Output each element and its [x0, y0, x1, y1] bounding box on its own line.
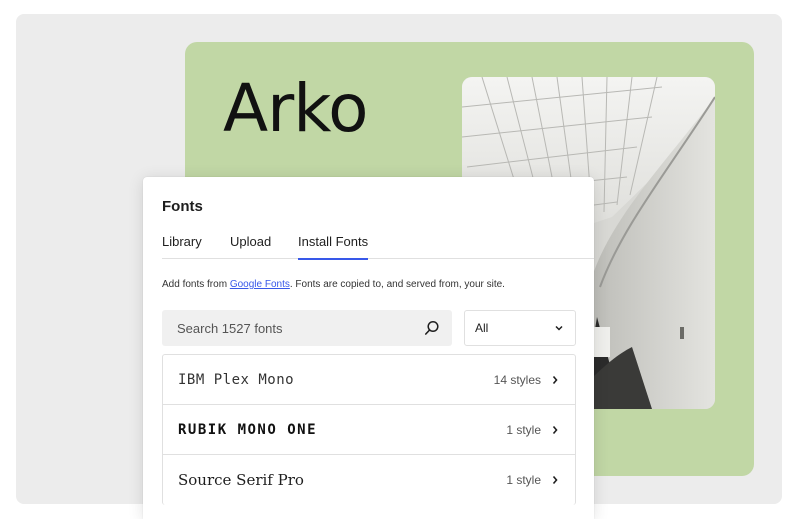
font-style-count: 1 style [506, 422, 541, 437]
chevron-right-icon [551, 475, 559, 485]
help-suffix: . Fonts are copied to, and served from, … [289, 279, 505, 290]
filter-selected-value: All [475, 321, 489, 335]
help-text: Add fonts from Google Fonts. Fonts are c… [162, 279, 505, 290]
search-icon[interactable] [424, 320, 440, 336]
font-name: RUBIK MONO ONE [178, 421, 318, 438]
font-list-item[interactable]: Source Serif Pro 1 style [163, 455, 575, 505]
font-style-count: 1 style [506, 473, 541, 487]
font-list-item[interactable]: IBM Plex Mono 14 styles [163, 355, 575, 405]
chevron-right-icon [551, 375, 559, 385]
chevron-right-icon [551, 425, 559, 435]
panel-title: Fonts [162, 198, 203, 215]
google-fonts-link[interactable]: Google Fonts [230, 279, 290, 290]
fonts-panel: Fonts Library Upload Install Fonts Add f… [143, 177, 594, 519]
search-box [162, 310, 452, 346]
tab-bar: Library Upload Install Fonts [162, 229, 594, 260]
chevron-down-icon [554, 323, 564, 333]
font-style-count: 14 styles [493, 372, 541, 387]
tab-upload[interactable]: Upload [230, 234, 271, 259]
search-input[interactable] [162, 310, 424, 346]
tab-install-fonts[interactable]: Install Fonts [298, 234, 369, 260]
font-name: Source Serif Pro [178, 471, 304, 489]
font-meta: 1 style [506, 473, 559, 487]
collection-filter-select[interactable]: All [464, 310, 576, 346]
tab-library[interactable]: Library [162, 234, 202, 259]
font-name: IBM Plex Mono [178, 371, 295, 388]
font-list: IBM Plex Mono 14 styles RUBIK MONO ONE 1… [162, 354, 576, 505]
help-prefix: Add fonts from [162, 279, 230, 290]
font-meta: 1 style [506, 423, 559, 437]
font-meta: 14 styles [494, 373, 559, 387]
hero-title: Arko [223, 70, 369, 147]
font-list-item[interactable]: RUBIK MONO ONE 1 style [163, 405, 575, 455]
